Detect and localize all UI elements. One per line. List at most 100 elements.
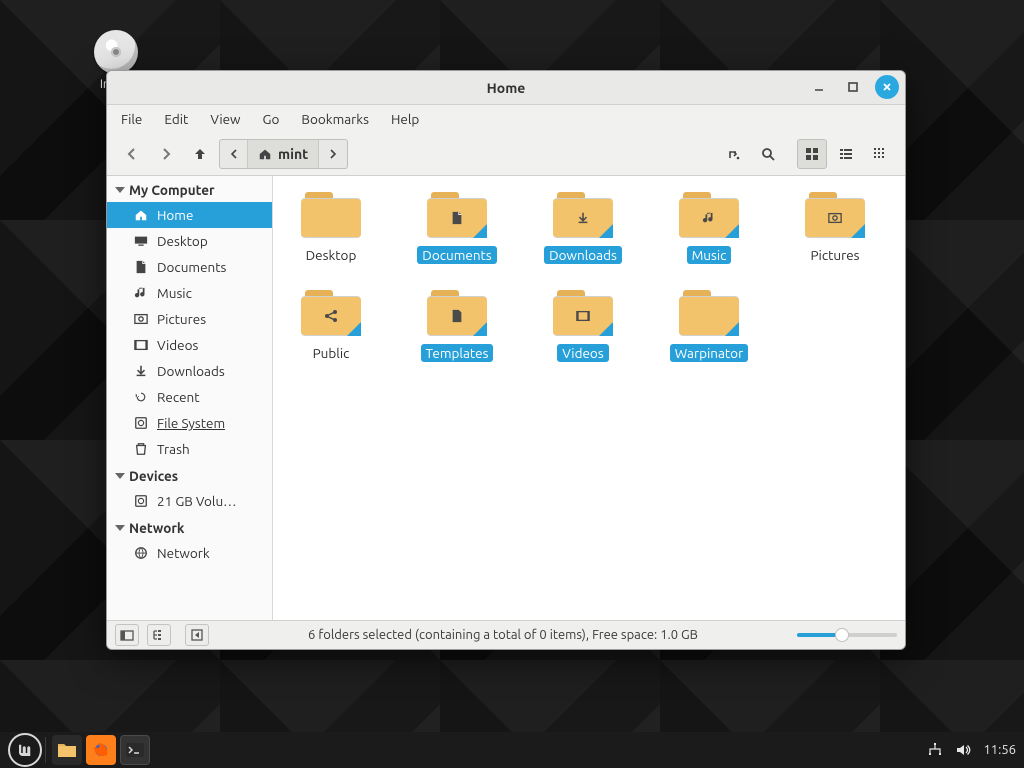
view-list-button[interactable] [831, 139, 861, 169]
folder-view[interactable]: Desktop Documents Downloads Music Pictures Pu… [273, 176, 905, 620]
sidebar-item-label: Downloads [157, 363, 225, 379]
folder-label: Downloads [544, 246, 622, 264]
sidebar-item-documents[interactable]: Documents [107, 254, 272, 280]
breadcrumb-label: mint [278, 146, 308, 162]
path-next-button[interactable] [319, 140, 347, 168]
sidebar-item-label: 21 GB Volu… [157, 493, 237, 509]
recent-icon [133, 390, 149, 404]
view-icons-button[interactable] [797, 139, 827, 169]
taskbar-app-firefox[interactable] [86, 735, 116, 765]
folder-label: Public [308, 344, 355, 362]
sidebar-item-label: Home [157, 207, 193, 223]
video-icon [133, 338, 149, 352]
folder-warpinator[interactable]: Warpinator [659, 290, 759, 362]
menu-help[interactable]: Help [389, 109, 421, 129]
sidebar-item-downloads[interactable]: Downloads [107, 358, 272, 384]
hide-sidebar-button[interactable] [185, 624, 209, 646]
folder-label: Pictures [805, 246, 864, 264]
sidebar-item-network[interactable]: Network [107, 540, 272, 566]
folder-label: Warpinator [670, 344, 748, 362]
nav-forward-button[interactable] [151, 139, 181, 169]
breadcrumb-home[interactable]: mint [248, 140, 319, 168]
taskbar-app-files[interactable] [52, 735, 82, 765]
sidebar-item-label: Pictures [157, 311, 206, 327]
folder-label: Desktop [301, 246, 362, 264]
sidebar-item-label: Music [157, 285, 192, 301]
firefox-icon [91, 740, 111, 760]
folder-label: Templates [421, 344, 494, 362]
menu-go[interactable]: Go [261, 109, 282, 129]
taskbar: 11:56 [0, 732, 1024, 768]
sidebar-section-title: My Computer [129, 182, 215, 198]
toolbar: mint [107, 133, 905, 175]
menu-file[interactable]: File [119, 109, 144, 129]
file-manager-window: Home File Edit View Go Bookmarks Help [106, 70, 906, 650]
taskbar-app-terminal[interactable] [120, 735, 150, 765]
titlebar[interactable]: Home [107, 71, 905, 105]
view-compact-button[interactable] [865, 139, 895, 169]
treeview-toggle-button[interactable] [147, 624, 171, 646]
window-title: Home [487, 80, 526, 96]
path-bar[interactable]: mint [219, 139, 348, 169]
menu-bookmarks[interactable]: Bookmarks [299, 109, 371, 129]
folder-icon [553, 290, 613, 336]
nav-back-button[interactable] [117, 139, 147, 169]
places-toggle-button[interactable] [115, 624, 139, 646]
menu-edit[interactable]: Edit [162, 109, 190, 129]
folder-desktop[interactable]: Desktop [281, 192, 381, 264]
menubar: File Edit View Go Bookmarks Help [107, 105, 905, 133]
folder-videos[interactable]: Videos [533, 290, 633, 362]
trash-icon [133, 442, 149, 456]
folder-icon [56, 740, 78, 760]
close-button[interactable] [875, 75, 899, 99]
sidebar-item-label: Recent [157, 389, 200, 405]
sidebar-item-21-gb-volu-[interactable]: 21 GB Volu… [107, 488, 272, 514]
sidebar-item-trash[interactable]: Trash [107, 436, 272, 462]
desktop-icon [133, 234, 149, 248]
clock[interactable]: 11:56 [983, 743, 1016, 757]
sidebar-item-label: File System [157, 415, 225, 431]
sidebar-item-home[interactable]: Home [107, 202, 272, 228]
network-icon[interactable] [927, 742, 943, 758]
sidebar-item-desktop[interactable]: Desktop [107, 228, 272, 254]
sidebar-section-title: Devices [129, 468, 178, 484]
sidebar-section-header[interactable]: Network [107, 514, 272, 540]
folder-templates[interactable]: Templates [407, 290, 507, 362]
folder-label: Music [687, 246, 732, 264]
sidebar-item-pictures[interactable]: Pictures [107, 306, 272, 332]
folder-public[interactable]: Public [281, 290, 381, 362]
folder-label: Videos [557, 344, 608, 362]
menu-view[interactable]: View [208, 109, 242, 129]
sidebar-item-label: Trash [157, 441, 190, 457]
minimize-button[interactable] [807, 75, 831, 99]
nav-up-button[interactable] [185, 139, 215, 169]
zoom-slider[interactable] [797, 633, 897, 637]
music-icon [133, 286, 149, 300]
sidebar-item-file-system[interactable]: File System [107, 410, 272, 436]
folder-downloads[interactable]: Downloads [533, 192, 633, 264]
folder-pictures[interactable]: Pictures [785, 192, 885, 264]
sidebar-item-label: Videos [157, 337, 198, 353]
path-prev-button[interactable] [220, 140, 248, 168]
sidebar-item-label: Network [157, 545, 210, 561]
sidebar-item-recent[interactable]: Recent [107, 384, 272, 410]
folder-icon [427, 192, 487, 238]
chevron-down-icon [115, 473, 125, 479]
maximize-button[interactable] [841, 75, 865, 99]
folder-icon [805, 192, 865, 238]
sidebar-item-music[interactable]: Music [107, 280, 272, 306]
home-icon [258, 147, 272, 161]
chevron-down-icon [115, 187, 125, 193]
status-text: 6 folders selected (containing a total o… [217, 628, 789, 642]
folder-icon [679, 290, 739, 336]
start-menu-button[interactable] [8, 733, 42, 767]
folder-icon [427, 290, 487, 336]
search-button[interactable] [753, 139, 783, 169]
sidebar-section-header[interactable]: Devices [107, 462, 272, 488]
sidebar-section-header[interactable]: My Computer [107, 176, 272, 202]
toggle-pathentry-button[interactable] [719, 139, 749, 169]
sidebar-item-videos[interactable]: Videos [107, 332, 272, 358]
folder-documents[interactable]: Documents [407, 192, 507, 264]
folder-music[interactable]: Music [659, 192, 759, 264]
volume-icon[interactable] [955, 742, 971, 758]
